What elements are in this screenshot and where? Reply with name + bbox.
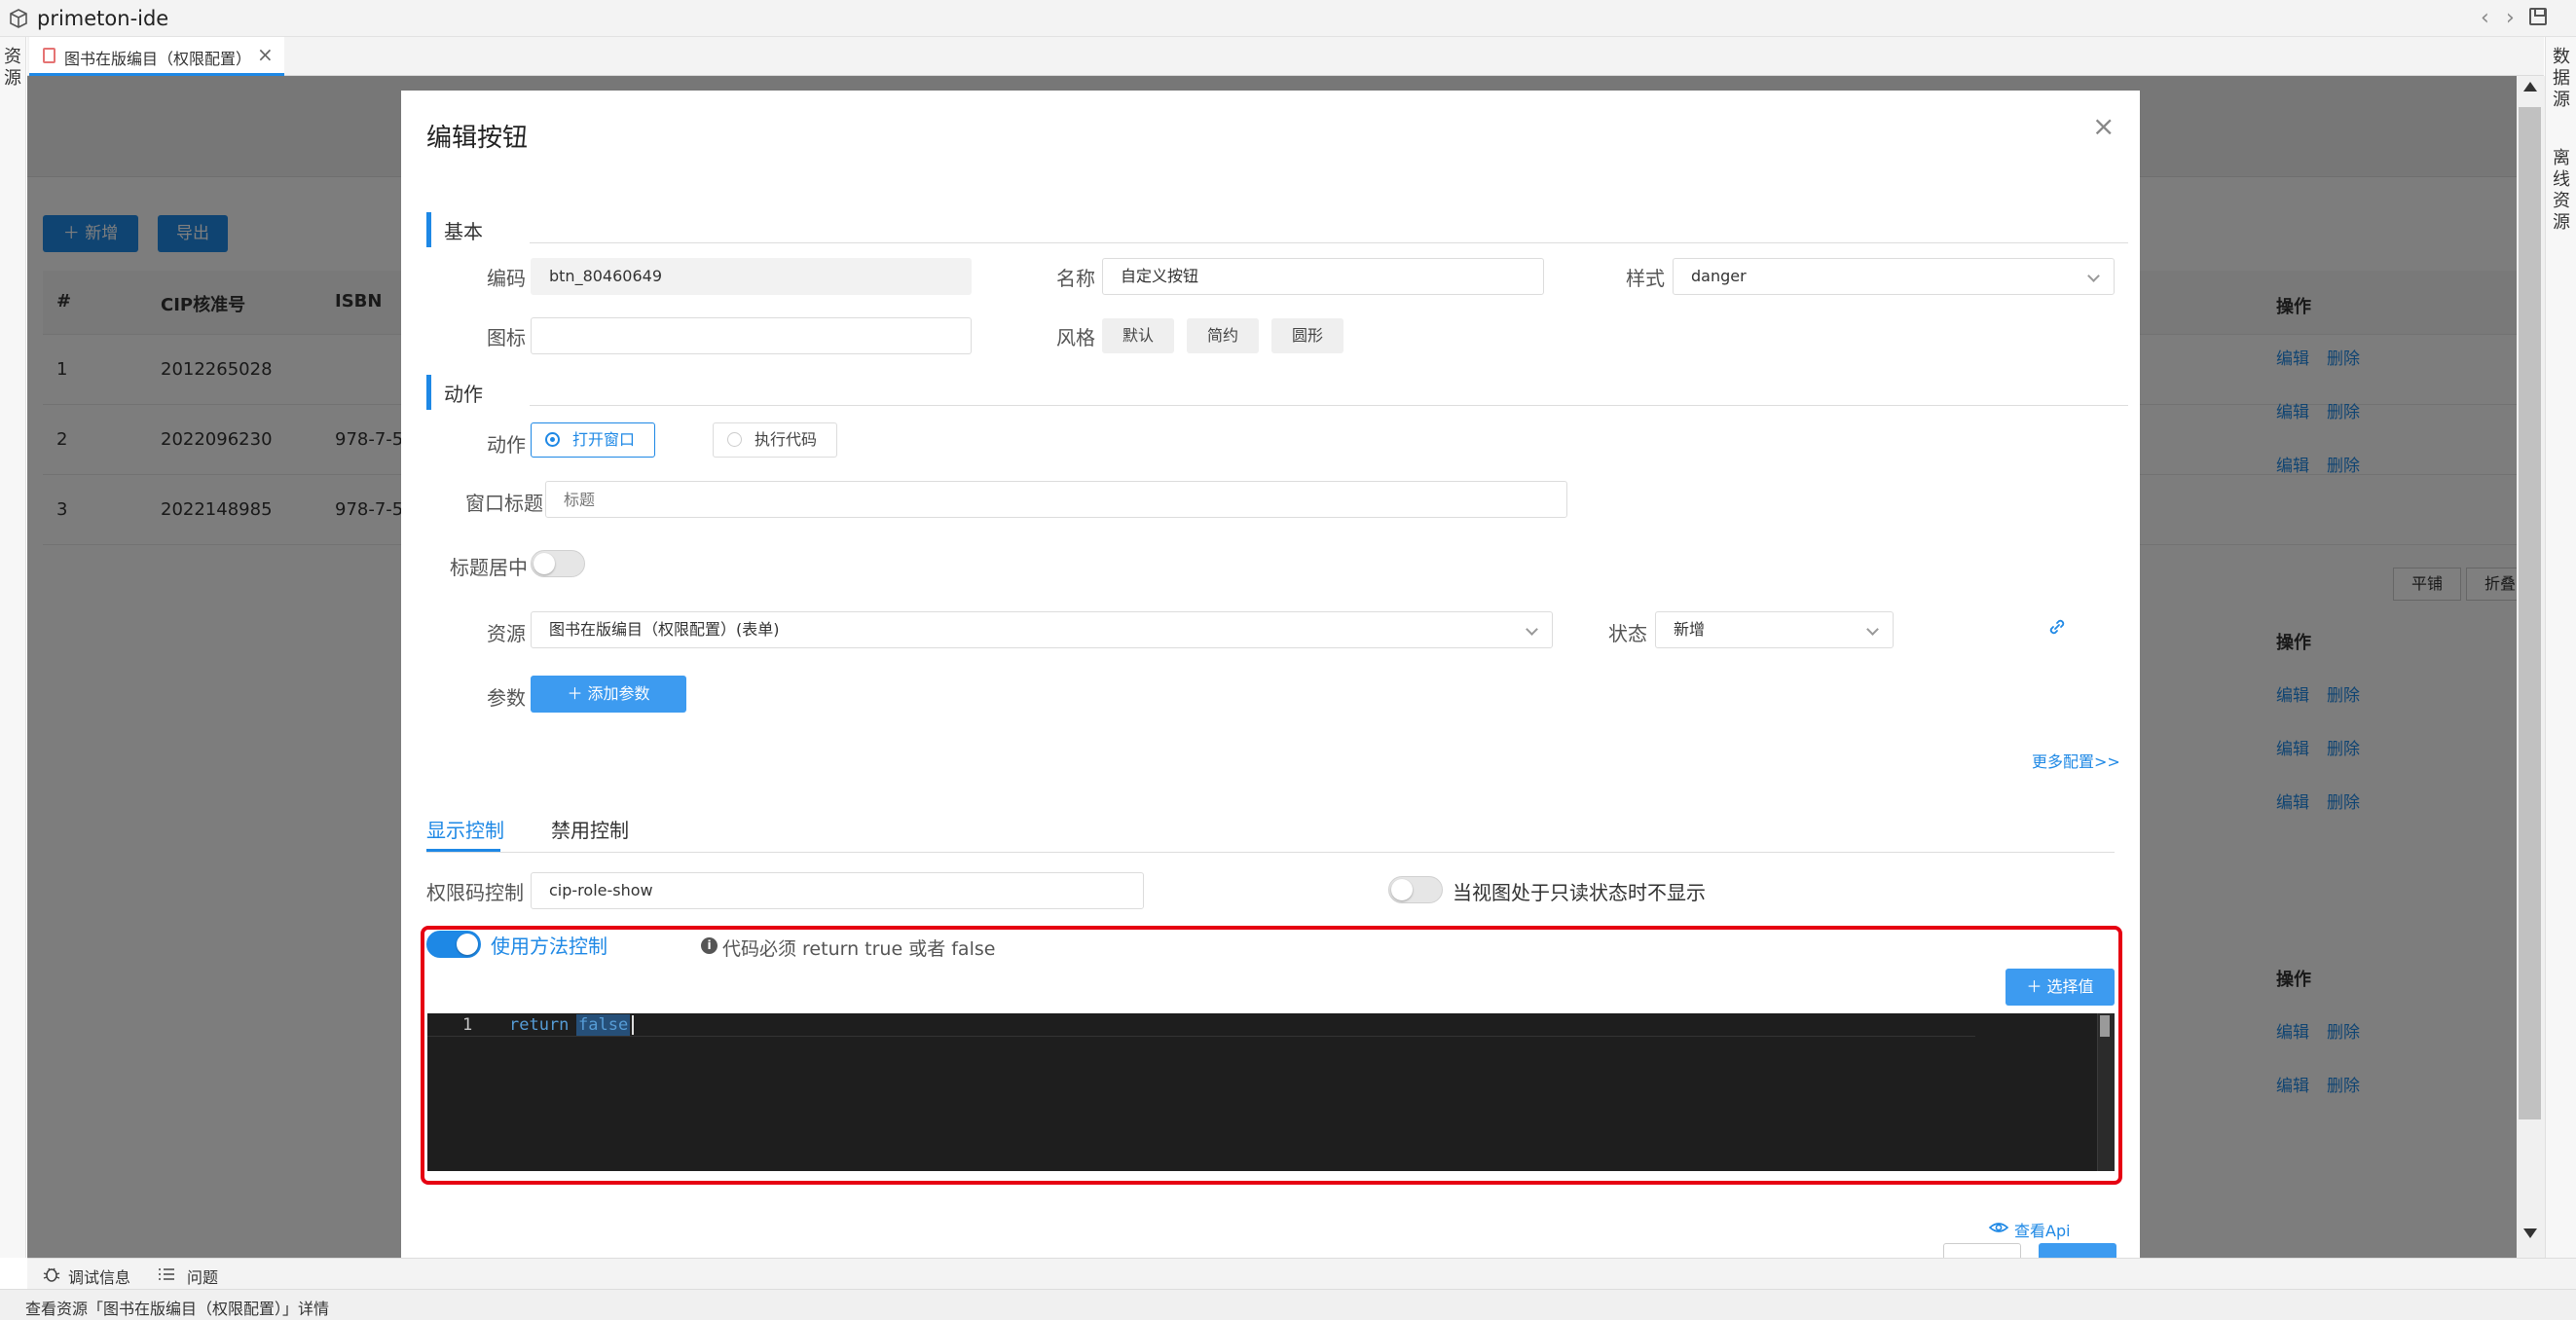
tab-disable-control[interactable]: 禁用控制 <box>551 815 629 843</box>
code-selection: false <box>576 1014 631 1036</box>
toggle-knob <box>1391 879 1413 900</box>
icon-label: 图标 <box>487 326 526 349</box>
resource-select[interactable]: 图书在版编目（权限配置）(表单) <box>531 611 1553 648</box>
radio-label: 打开窗口 <box>572 430 636 449</box>
scroll-down-icon[interactable] <box>2523 1228 2537 1238</box>
status-value: 新增 <box>1674 620 1706 639</box>
theme-simple-option[interactable]: 简约 <box>1187 318 1259 353</box>
status-label: 状态 <box>1608 622 1647 645</box>
radio-label: 执行代码 <box>754 430 818 449</box>
datasource-panel-toggle[interactable]: 数据源 <box>2551 47 2572 111</box>
icon-field[interactable] <box>531 317 972 354</box>
current-line <box>427 1013 1975 1037</box>
title-center-toggle[interactable] <box>531 550 585 577</box>
chevron-down-icon <box>1526 623 1538 636</box>
tab-label: 图书在版编目（权限配置） <box>64 50 252 68</box>
form-file-icon <box>43 48 55 63</box>
section-divider <box>530 405 2128 406</box>
back-arrow-icon[interactable]: ‹ <box>2481 6 2489 30</box>
offline-resource-panel-toggle[interactable]: 离线资源 <box>2551 148 2572 234</box>
code-label: 编码 <box>487 267 526 290</box>
theme-round-option[interactable]: 圆形 <box>1271 318 1343 353</box>
status-text: 查看资源「图书在版编目（权限配置）」详情 <box>25 1300 330 1318</box>
editor-tab-bar <box>27 37 2544 76</box>
radio-unchecked-icon <box>727 432 742 447</box>
theme-label: 风格 <box>1056 326 1095 349</box>
style-select[interactable]: danger <box>1673 258 2115 295</box>
tab-book-cip[interactable]: 图书在版编目（权限配置） × <box>29 37 284 76</box>
close-icon[interactable]: × <box>2092 110 2115 142</box>
name-label: 名称 <box>1056 267 1095 290</box>
title-bar <box>0 0 2576 37</box>
readonly-hide-label: 当视图处于只读状态时不显示 <box>1453 881 1706 904</box>
eye-icon <box>1988 1223 2009 1232</box>
theme-default-option[interactable]: 默认 <box>1102 318 1174 353</box>
resource-value: 图书在版编目（权限配置）(表单) <box>549 620 780 639</box>
permission-code-input[interactable]: cip-role-show <box>531 872 1144 909</box>
window-title-input[interactable] <box>545 481 1567 518</box>
scrollbar-thumb[interactable] <box>2519 107 2541 1119</box>
resource-label: 资源 <box>487 622 526 645</box>
close-icon[interactable]: × <box>257 43 274 66</box>
scroll-up-icon[interactable] <box>2523 82 2537 92</box>
code-keyword: return <box>509 1015 570 1035</box>
resource-panel-toggle[interactable]: 资源 <box>2 47 23 90</box>
issues-tab[interactable]: 问题 <box>187 1265 218 1288</box>
readonly-hide-toggle[interactable] <box>1388 876 1443 903</box>
title-center-label: 标题居中 <box>450 556 528 579</box>
add-param-button[interactable]: ＋ 添加参数 <box>531 676 686 713</box>
params-label: 参数 <box>487 686 526 710</box>
cancel-button[interactable] <box>1943 1243 2021 1258</box>
window-title-label: 窗口标题 <box>465 492 543 515</box>
line-number: 1 <box>462 1015 473 1035</box>
name-field[interactable]: 自定义按钮 <box>1102 258 1544 295</box>
section-title-action: 动作 <box>444 383 483 406</box>
status-bar: 查看资源「图书在版编目（权限配置）」详情 <box>0 1289 2576 1320</box>
forward-arrow-icon[interactable]: › <box>2506 6 2515 30</box>
section-marker <box>426 375 431 410</box>
editor-scrollbar-thumb[interactable] <box>2100 1015 2110 1037</box>
permission-code-label: 权限码控制 <box>426 881 524 904</box>
section-divider <box>530 242 2128 243</box>
action-label: 动作 <box>487 433 526 457</box>
code-editor[interactable]: 1 return false <box>427 1013 2115 1171</box>
list-icon <box>159 1268 174 1280</box>
left-sidebar: 资源 <box>0 37 26 1258</box>
dialog-title: 编辑按钮 <box>426 124 529 153</box>
open-window-radio[interactable]: 打开窗口 <box>531 422 655 458</box>
more-config-link[interactable]: 更多配置>> <box>2032 749 2120 772</box>
chevron-down-icon <box>1866 623 1879 636</box>
toggle-knob <box>534 553 555 574</box>
save-icon[interactable] <box>2529 8 2547 25</box>
confirm-button[interactable] <box>2039 1243 2116 1258</box>
tabs-divider <box>426 852 2115 853</box>
right-sidebar: 数据源 离线资源 <box>2545 37 2576 1258</box>
editor-scrollbar[interactable] <box>2097 1013 2115 1171</box>
style-value: danger <box>1691 267 1747 285</box>
chevron-down-icon <box>2087 270 2100 282</box>
app-cube-icon <box>10 9 27 28</box>
status-select[interactable]: 新增 <box>1655 611 1894 648</box>
section-title-basic: 基本 <box>444 220 483 243</box>
execute-code-radio[interactable]: 执行代码 <box>713 422 837 458</box>
link-icon[interactable] <box>2046 616 2068 638</box>
radio-checked-icon <box>545 432 560 447</box>
debug-info-tab[interactable]: 调试信息 <box>68 1265 130 1288</box>
tab-display-control[interactable]: 显示控制 <box>426 815 504 843</box>
app-title: primeton-ide <box>37 7 169 30</box>
text-cursor <box>632 1015 634 1035</box>
section-marker <box>426 212 431 247</box>
bug-icon <box>43 1267 60 1282</box>
view-api-link[interactable]: 查看Api <box>2014 1218 2071 1241</box>
code-field[interactable]: btn_80460649 <box>531 258 972 295</box>
debug-bar: 调试信息 问题 <box>27 1258 2576 1289</box>
style-label: 样式 <box>1626 267 1665 290</box>
